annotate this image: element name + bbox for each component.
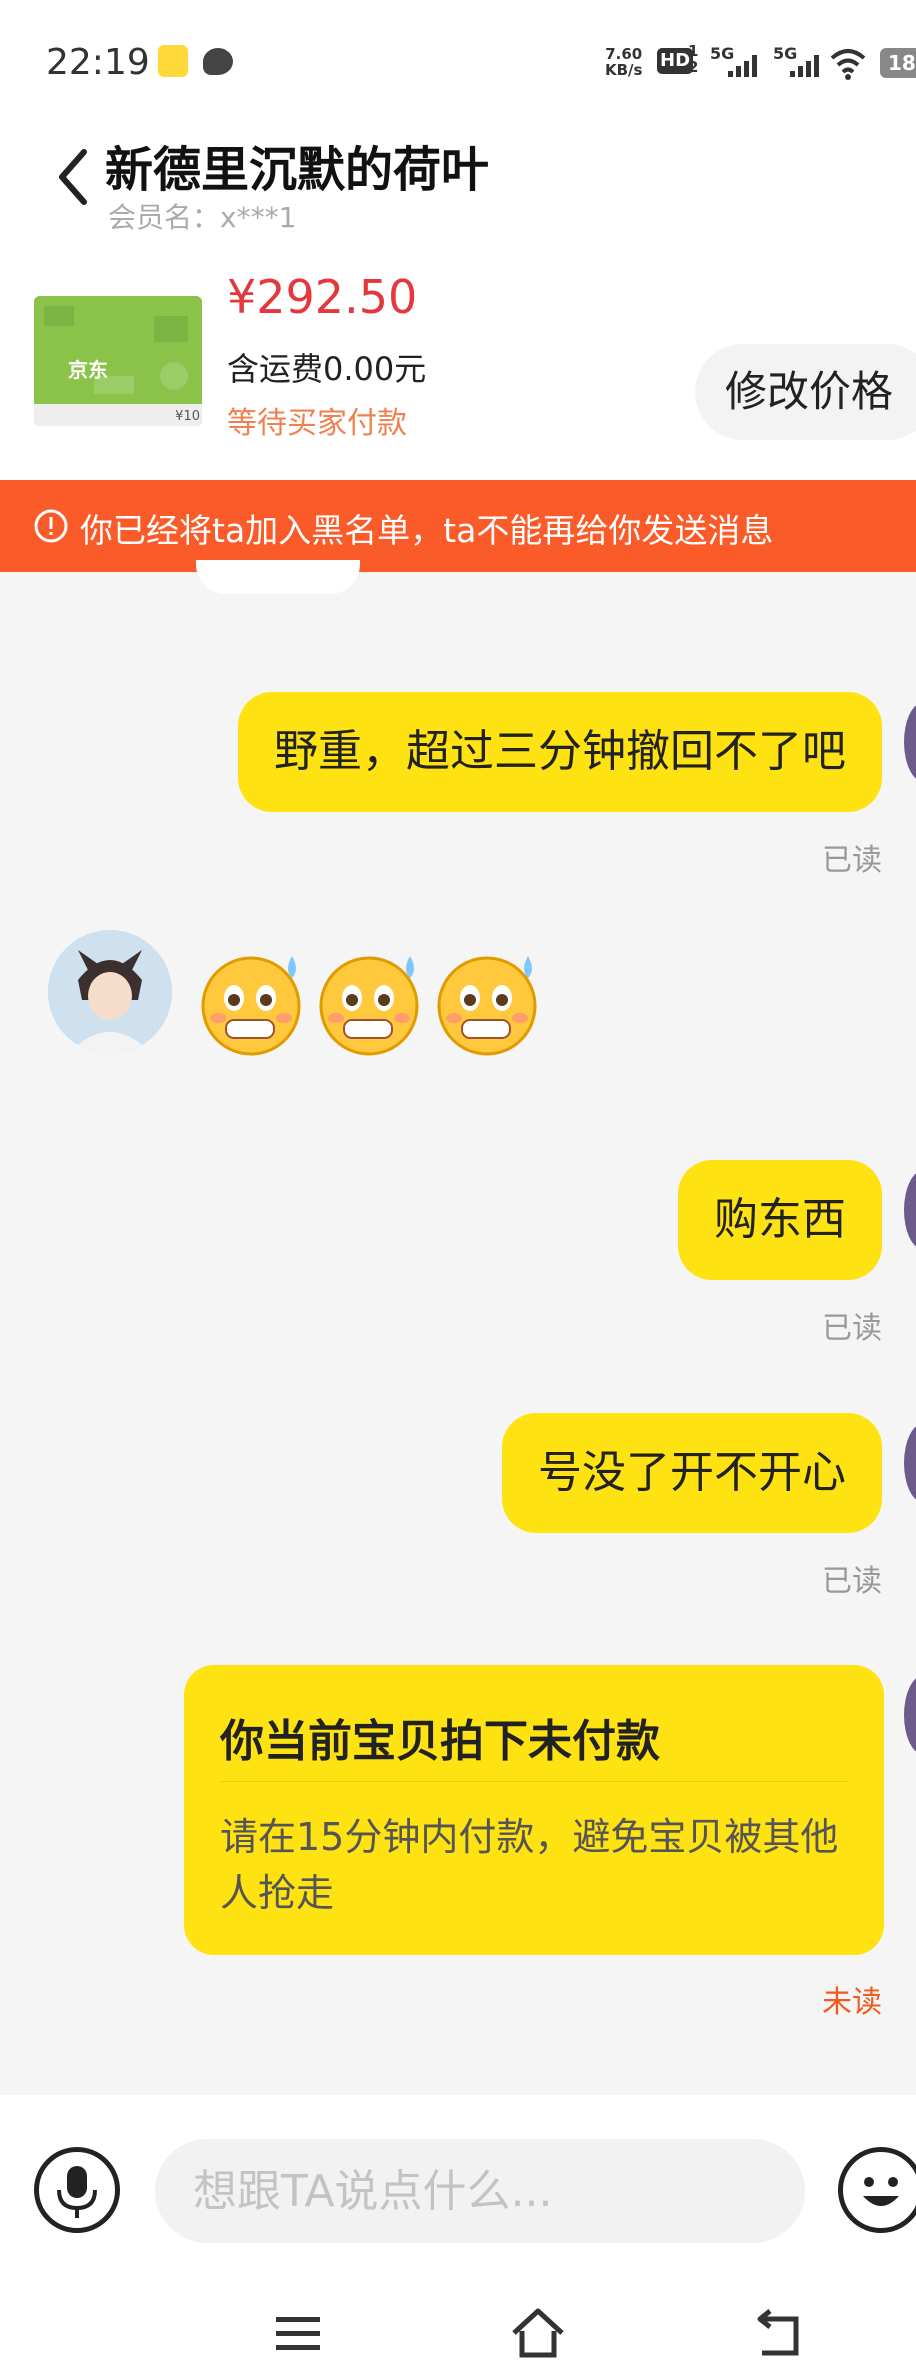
status-bar: 22:19 7.60 KB/s HD 1 2 5G 5G 18	[0, 0, 916, 130]
sweat-smile-emoji-icon	[437, 956, 537, 1056]
order-status: 等待买家付款	[227, 406, 407, 441]
my-avatar[interactable]	[904, 702, 916, 782]
sweat-smile-emoji-icon	[319, 956, 419, 1056]
warning-icon	[34, 509, 68, 543]
payment-card-title: 你当前宝贝拍下未付款	[220, 1716, 660, 1767]
emoji-button[interactable]	[838, 2147, 916, 2233]
signal-icon	[728, 55, 757, 77]
back-arrow-icon[interactable]	[50, 140, 96, 210]
contact-name: 新德里沉默的荷叶	[105, 142, 490, 198]
status-time: 22:19	[46, 42, 150, 83]
battery-icon: 18	[880, 48, 916, 78]
outgoing-message[interactable]: 野重，超过三分钟撤回不了吧	[238, 692, 882, 812]
microphone-icon	[57, 2166, 97, 2218]
read-status: 已读	[822, 1564, 882, 1599]
contact-avatar[interactable]	[48, 930, 172, 1054]
sweat-smile-emoji-icon	[201, 956, 301, 1056]
anime-avatar-image	[48, 930, 172, 1054]
member-name: 会员名：x***1	[108, 201, 297, 234]
card-divider	[220, 1781, 848, 1782]
payment-reminder-card[interactable]: 你当前宝贝拍下未付款 请在15分钟内付款，避免宝贝被其他人抢走	[184, 1665, 884, 1955]
wifi-icon	[830, 49, 866, 80]
payment-card-body: 请在15分钟内付款，避免宝贝被其他人抢走	[220, 1815, 839, 1915]
order-shipping: 含运费0.00元	[227, 350, 427, 388]
app-notification-icon	[158, 45, 188, 77]
my-avatar[interactable]	[904, 1675, 916, 1755]
my-avatar[interactable]	[904, 1423, 916, 1503]
blacklist-message: 你已经将ta加入黑名单，ta不能再给你发送消息	[80, 511, 774, 550]
input-bar	[0, 2095, 916, 2285]
my-avatar[interactable]	[904, 1170, 916, 1250]
message-icon	[203, 48, 233, 75]
order-price: ¥292.50	[227, 270, 418, 324]
signal-icon	[790, 55, 819, 77]
message-input[interactable]	[155, 2139, 805, 2243]
order-card[interactable]: 京东 ¥10 ¥292.50 含运费0.00元 等待买家付款 修改价格	[0, 240, 916, 480]
product-thumbnail-price: ¥10	[175, 409, 200, 424]
product-logo-text: 京东	[68, 358, 108, 382]
smiley-icon	[863, 2177, 899, 2206]
network-speed: 7.60 KB/s	[605, 45, 643, 79]
system-nav-bar	[0, 2285, 916, 2377]
product-thumbnail[interactable]: 京东 ¥10	[34, 296, 202, 426]
previous-message-bubble	[196, 560, 360, 594]
hd-sim-index: 1 2	[688, 42, 699, 76]
blacklist-banner: 你已经将ta加入黑名单，ta不能再给你发送消息	[0, 480, 916, 572]
read-status: 已读	[822, 1311, 882, 1346]
back-nav-icon[interactable]	[750, 2305, 806, 2361]
voice-input-button[interactable]	[34, 2147, 120, 2233]
read-status: 已读	[822, 843, 882, 878]
modify-price-button[interactable]: 修改价格	[695, 344, 916, 440]
menu-icon[interactable]	[270, 2305, 326, 2361]
outgoing-message[interactable]: 购东西	[678, 1160, 882, 1280]
outgoing-message[interactable]: 号没了开不开心	[502, 1413, 882, 1533]
unread-status: 未读	[822, 1985, 882, 2020]
chat-header: 新德里沉默的荷叶 会员名：x***1	[0, 130, 916, 240]
home-icon[interactable]	[510, 2305, 566, 2361]
